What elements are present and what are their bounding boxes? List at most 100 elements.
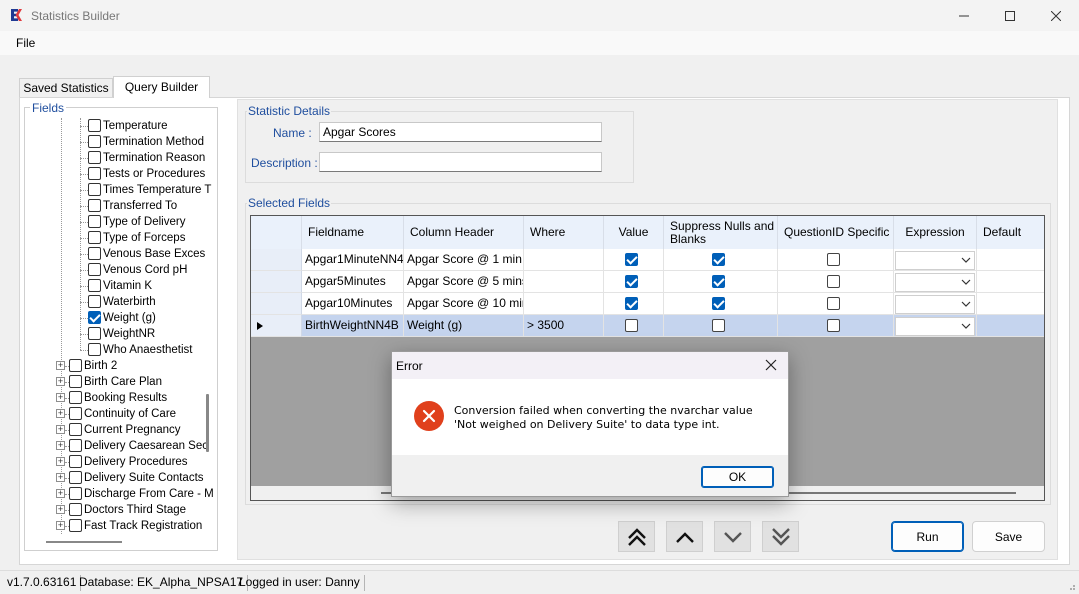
expand-icon[interactable]: + — [56, 489, 65, 498]
questionid-checkbox[interactable] — [827, 319, 840, 332]
tree-item[interactable]: Type of Delivery — [26, 214, 216, 230]
name-input[interactable] — [319, 122, 602, 142]
tree-group-checkbox[interactable] — [69, 407, 82, 420]
cell-column-header[interactable]: Apgar Score @ 1 min — [404, 249, 524, 271]
expand-icon[interactable]: + — [56, 425, 65, 434]
cell-where[interactable]: > 3500 — [524, 315, 604, 337]
tree-group-checkbox[interactable] — [69, 423, 82, 436]
tree-item-checkbox[interactable] — [88, 247, 101, 260]
move-bottom-button[interactable] — [762, 521, 799, 552]
tree-item-checkbox[interactable] — [88, 119, 101, 132]
tree-group-checkbox[interactable] — [69, 359, 82, 372]
tree-group-checkbox[interactable] — [69, 375, 82, 388]
tab-query-builder[interactable]: Query Builder — [113, 76, 210, 98]
tree-group-checkbox[interactable] — [69, 471, 82, 484]
cell-column-header[interactable]: Weight (g) — [404, 315, 524, 337]
tree-item[interactable]: Venous Base Exces — [26, 246, 216, 262]
close-button[interactable] — [1033, 0, 1079, 31]
value-checkbox[interactable] — [625, 319, 638, 332]
expand-icon[interactable]: + — [56, 441, 65, 450]
expand-icon[interactable]: + — [56, 409, 65, 418]
tree-item-checkbox[interactable] — [88, 151, 101, 164]
header-suppress[interactable]: Suppress Nulls and Blanks — [664, 216, 778, 249]
run-button[interactable]: Run — [891, 521, 964, 552]
header-default[interactable]: Default — [977, 216, 1044, 249]
tree-item-checkbox[interactable] — [88, 295, 101, 308]
questionid-checkbox[interactable] — [827, 275, 840, 288]
fields-tree[interactable]: Temperature Termination Method Termination… — [26, 118, 216, 536]
tree-item[interactable]: WeightNR — [26, 326, 216, 342]
menu-file[interactable]: File — [16, 36, 35, 50]
cell-fieldname[interactable]: Apgar10Minutes — [302, 293, 404, 315]
tree-item[interactable]: Vitamin K — [26, 278, 216, 294]
expression-dropdown[interactable] — [895, 295, 975, 314]
ok-button[interactable]: OK — [701, 466, 774, 488]
table-row[interactable]: Apgar10Minutes Apgar Score @ 10 mins — [251, 293, 1044, 315]
value-checkbox[interactable] — [625, 253, 638, 266]
minimize-button[interactable] — [941, 0, 987, 31]
tree-item[interactable]: Temperature — [26, 118, 216, 134]
suppress-checkbox[interactable] — [712, 297, 725, 310]
tree-item[interactable]: Termination Reason — [26, 150, 216, 166]
header-expression[interactable]: Expression — [894, 216, 977, 249]
tree-group-checkbox[interactable] — [69, 439, 82, 452]
suppress-checkbox[interactable] — [712, 253, 725, 266]
cell-fieldname[interactable]: Apgar1MinuteNN4B — [302, 249, 404, 271]
tree-item[interactable]: Type of Forceps — [26, 230, 216, 246]
move-top-button[interactable] — [618, 521, 655, 552]
cell-fieldname[interactable]: BirthWeightNN4B — [302, 315, 404, 337]
tree-item-checkbox[interactable] — [88, 215, 101, 228]
tree-item-checkbox[interactable] — [88, 343, 101, 356]
tree-item[interactable]: Transferred To — [26, 198, 216, 214]
description-input[interactable] — [319, 152, 602, 172]
tree-group-checkbox[interactable] — [69, 503, 82, 516]
tree-item-checkbox[interactable] — [88, 199, 101, 212]
tree-vertical-scrollbar[interactable] — [206, 394, 209, 452]
expand-icon[interactable]: + — [56, 377, 65, 386]
tree-item-checkbox[interactable] — [88, 263, 101, 276]
tree-group[interactable]: + Discharge From Care - M — [26, 486, 216, 502]
tree-item[interactable]: Times Temperature T — [26, 182, 216, 198]
cell-column-header[interactable]: Apgar Score @ 5 mins — [404, 271, 524, 293]
header-where[interactable]: Where — [524, 216, 604, 249]
tree-group[interactable]: + Fast Track Registration — [26, 518, 216, 534]
row-selector[interactable] — [251, 271, 302, 293]
expand-icon[interactable]: + — [56, 361, 65, 370]
cell-default[interactable] — [977, 249, 1044, 271]
tree-group[interactable]: + Current Pregnancy — [26, 422, 216, 438]
cell-default[interactable] — [977, 271, 1044, 293]
suppress-checkbox[interactable] — [712, 319, 725, 332]
expand-icon[interactable]: + — [56, 457, 65, 466]
dialog-close-icon[interactable] — [762, 356, 780, 374]
cell-where[interactable] — [524, 293, 604, 315]
cell-default[interactable] — [977, 293, 1044, 315]
tree-item-checkbox[interactable] — [88, 183, 101, 196]
tree-group-checkbox[interactable] — [69, 391, 82, 404]
tree-group-checkbox[interactable] — [69, 519, 82, 532]
tree-group-checkbox[interactable] — [69, 455, 82, 468]
expand-icon[interactable]: + — [56, 393, 65, 402]
row-selector[interactable] — [251, 293, 302, 315]
questionid-checkbox[interactable] — [827, 253, 840, 266]
header-value[interactable]: Value — [604, 216, 664, 249]
save-button[interactable]: Save — [972, 521, 1045, 552]
tree-group[interactable]: + Continuity of Care — [26, 406, 216, 422]
row-selector[interactable] — [251, 315, 302, 337]
table-row[interactable]: Apgar1MinuteNN4B Apgar Score @ 1 min — [251, 249, 1044, 271]
cell-where[interactable] — [524, 249, 604, 271]
tree-group-checkbox[interactable] — [69, 487, 82, 500]
move-up-button[interactable] — [666, 521, 703, 552]
tree-item-checkbox[interactable] — [88, 231, 101, 244]
value-checkbox[interactable] — [625, 297, 638, 310]
expand-icon[interactable]: + — [56, 473, 65, 482]
tab-saved-statistics[interactable]: Saved Statistics — [19, 78, 113, 98]
row-selector[interactable] — [251, 249, 302, 271]
table-row[interactable]: BirthWeightNN4B Weight (g) > 3500 — [251, 315, 1044, 337]
tree-group[interactable]: + Birth 2 — [26, 358, 216, 374]
cell-fieldname[interactable]: Apgar5Minutes — [302, 271, 404, 293]
tree-group[interactable]: + Booking Results — [26, 390, 216, 406]
expression-dropdown[interactable] — [895, 273, 975, 292]
header-questionid[interactable]: QuestionID Specific — [778, 216, 894, 249]
tree-group[interactable]: + Delivery Caesarean Sec — [26, 438, 216, 454]
move-down-button[interactable] — [714, 521, 751, 552]
